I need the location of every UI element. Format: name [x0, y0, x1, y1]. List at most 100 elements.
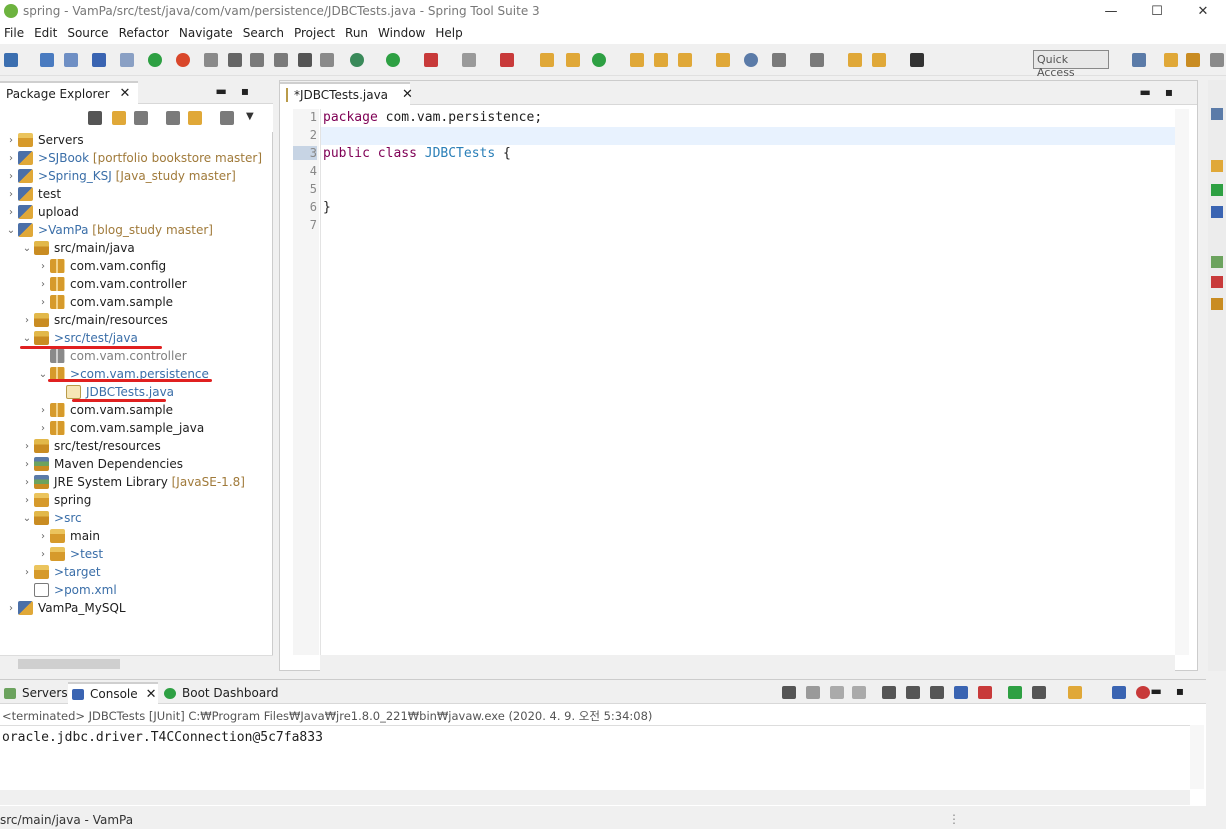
tree-item-vampa-mysql[interactable]: › VamPa_MySQL — [4, 599, 126, 617]
view-menu-icon[interactable]: ▼ — [246, 111, 260, 125]
minimize-button[interactable]: — — [1088, 0, 1134, 22]
tab-boot-dashboard[interactable]: Boot Dashboard — [160, 682, 279, 704]
close-icon[interactable]: ✕ — [402, 87, 413, 102]
tree-item-com-vam-config[interactable]: › com.vam.config — [36, 257, 166, 275]
forward-arrow-icon[interactable] — [112, 111, 126, 125]
open-task-icon[interactable] — [654, 53, 668, 67]
spring-perspective-icon[interactable] — [1164, 53, 1178, 67]
tree-item-target[interactable]: › > target — [20, 563, 101, 581]
code-editor[interactable]: package com.vam.persistence; public clas… — [320, 109, 1176, 655]
tree-item-maven-dependencies[interactable]: › Maven Dependencies — [20, 455, 183, 473]
close-icon[interactable]: ✕ — [146, 687, 157, 702]
annotation-icon[interactable] — [772, 53, 786, 67]
new-package-icon[interactable] — [566, 53, 580, 67]
scroll-thumb[interactable] — [18, 659, 120, 669]
tree-item-test-folder[interactable]: › > test — [36, 545, 103, 563]
scroll-lock-icon[interactable] — [906, 686, 920, 699]
editor-vscrollbar[interactable] — [1175, 109, 1189, 655]
menu-file[interactable]: File — [0, 26, 30, 40]
new-project-icon[interactable] — [540, 53, 554, 67]
show-on-stdout-icon[interactable] — [954, 686, 968, 699]
menu-help[interactable]: Help — [431, 26, 468, 40]
menu-refactor[interactable]: Refactor — [115, 26, 175, 40]
tree-item-com-vam-sample[interactable]: › com.vam.sample — [36, 293, 173, 311]
tree-item-src-test-java[interactable]: ⌄ > src/test/java — [20, 329, 138, 347]
open-folder-icon[interactable] — [630, 53, 644, 67]
tree-item-src[interactable]: ⌄ > src — [20, 509, 82, 527]
spring-dashboard-icon[interactable] — [176, 53, 190, 67]
menu-project[interactable]: Project — [290, 26, 341, 40]
progress-icon[interactable] — [1211, 298, 1223, 310]
spring-explorer-icon[interactable] — [1211, 206, 1223, 218]
collapse-all-icon[interactable] — [166, 111, 180, 125]
clear-console-icon[interactable] — [882, 686, 896, 699]
menu-search[interactable]: Search — [239, 26, 290, 40]
block-select-icon[interactable] — [274, 53, 288, 67]
run-external-icon[interactable] — [424, 53, 438, 67]
task-list-icon[interactable] — [1211, 160, 1223, 172]
open-console-icon[interactable] — [1068, 686, 1082, 699]
tree-item-com-vam-controller-test[interactable]: com.vam.controller — [36, 347, 187, 365]
toggle-icon[interactable] — [204, 53, 218, 67]
menu-source[interactable]: Source — [63, 26, 114, 40]
maximize-button[interactable]: ☐ — [1134, 0, 1180, 22]
menu-edit[interactable]: Edit — [30, 26, 63, 40]
console-hscrollbar[interactable] — [0, 790, 1190, 805]
tree-item-src-main-resources[interactable]: › src/main/resources — [20, 311, 168, 329]
tab-servers[interactable]: Servers — [0, 682, 68, 704]
junit-icon[interactable] — [1211, 184, 1223, 196]
remove-all-icon[interactable] — [852, 686, 866, 699]
show-on-stderr-icon[interactable] — [978, 686, 992, 699]
problems-icon[interactable] — [1211, 276, 1223, 288]
skip-breakpoints-icon[interactable] — [120, 53, 134, 67]
quick-access-field[interactable]: Quick Access — [1033, 50, 1109, 79]
menu-navigate[interactable]: Navigate — [175, 26, 239, 40]
tree-item-sjbook[interactable]: › > SJBook [portfolio bookstore master] — [4, 149, 262, 167]
close-icon[interactable]: ✕ — [120, 86, 131, 101]
pin-console-icon[interactable] — [1008, 686, 1022, 699]
tree-item-servers[interactable]: › Servers — [4, 131, 84, 149]
tree-item-jre-system-library[interactable]: › JRE System Library [JavaSE-1.8] — [20, 473, 245, 491]
tab-package-explorer[interactable]: Package Explorer ✕ — [0, 81, 138, 104]
new-icon[interactable] — [4, 53, 18, 67]
editor-hscrollbar[interactable] — [320, 655, 1175, 671]
spring-tools-icon[interactable] — [1211, 256, 1223, 268]
pencil-icon[interactable] — [678, 53, 692, 67]
spring-boot-icon[interactable] — [148, 53, 162, 67]
forward-icon[interactable] — [910, 53, 924, 67]
save-all-icon[interactable] — [64, 53, 78, 67]
console-settings-icon[interactable] — [1112, 686, 1126, 699]
console-minmax-icons[interactable]: ▬▪ — [1151, 684, 1198, 698]
debug-perspective-icon[interactable] — [1210, 53, 1224, 67]
tree-item-com-vam-controller[interactable]: › com.vam.controller — [36, 275, 187, 293]
stop-icon[interactable] — [462, 53, 476, 67]
remove-launch-icon[interactable] — [830, 686, 844, 699]
java-perspective-icon[interactable] — [1186, 53, 1200, 67]
link-console-icon[interactable] — [782, 686, 796, 699]
tree-item-pom-xml[interactable]: > pom.xml — [20, 581, 117, 599]
editor-minmax-icons[interactable]: ▬▪ — [1140, 85, 1187, 99]
close-window-button[interactable]: ✕ — [1180, 0, 1226, 22]
open-type-icon[interactable] — [92, 53, 106, 67]
back-icon[interactable] — [872, 53, 886, 67]
show-whitespace-icon[interactable] — [298, 53, 312, 67]
tree-item-com-vam-sample-test[interactable]: › com.vam.sample — [36, 401, 173, 419]
word-wrap-icon[interactable] — [930, 686, 944, 699]
tree-item-upload[interactable]: › upload — [4, 203, 79, 221]
focus-icon[interactable] — [220, 111, 234, 125]
link-icon[interactable] — [320, 53, 334, 67]
last-edit-icon[interactable] — [848, 53, 862, 67]
console-vscrollbar[interactable] — [1190, 725, 1204, 789]
terminate-icon[interactable] — [500, 53, 514, 67]
tree-item-src-test-resources[interactable]: › src/test/resources — [20, 437, 161, 455]
tree-item-vampa[interactable]: ⌄ > VamPa [blog_study master] — [4, 221, 213, 239]
save-icon[interactable] — [40, 53, 54, 67]
up-icon[interactable] — [134, 111, 148, 125]
tree-item-spring[interactable]: › spring — [20, 491, 91, 509]
tree-item-spring-ksj[interactable]: › > Spring_KSJ [Java_study master] — [4, 167, 236, 185]
tab-console[interactable]: Console ✕ — [68, 682, 158, 704]
package-explorer-hscrollbar[interactable] — [0, 655, 273, 671]
outline-icon[interactable] — [1211, 108, 1223, 120]
tree-item-src-main-java[interactable]: ⌄ src/main/java — [20, 239, 135, 257]
link-with-editor-icon[interactable] — [188, 111, 202, 125]
